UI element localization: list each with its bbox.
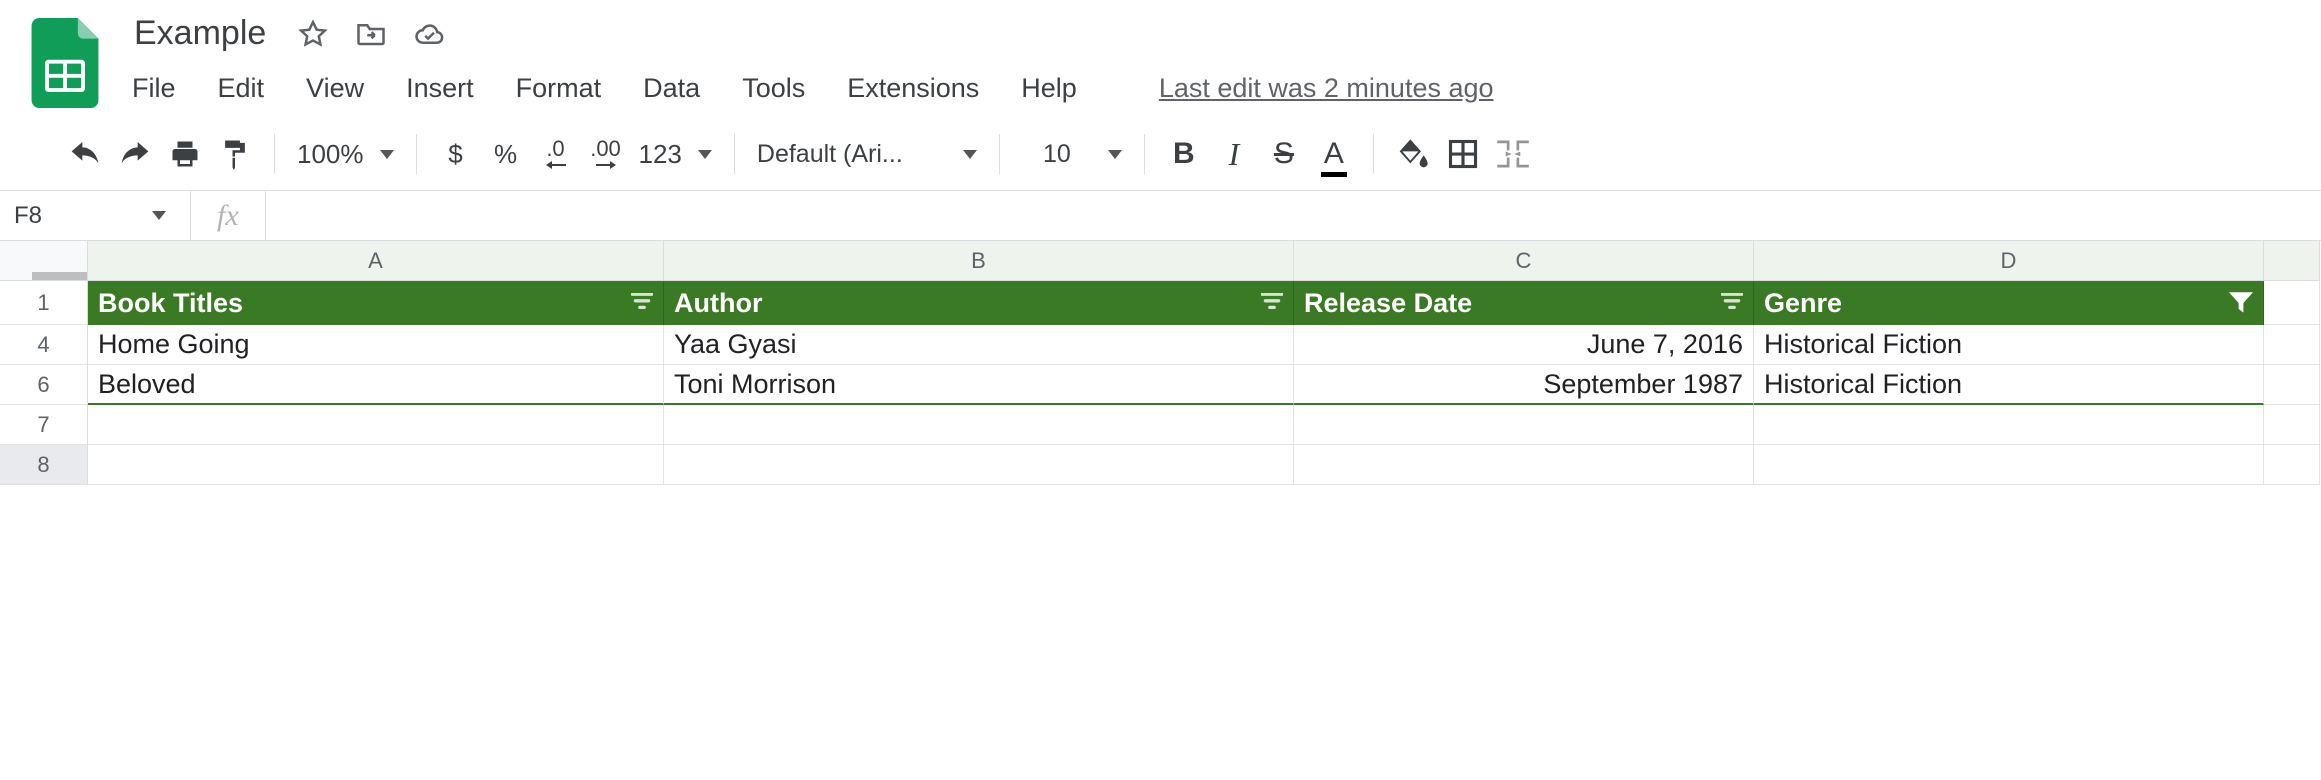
borders-button[interactable]	[1438, 132, 1488, 176]
caret-down-icon	[698, 150, 712, 159]
cell[interactable]	[88, 405, 664, 445]
toolbar: 100% $ % .0 .00 123 Default (Ari... 10 B	[0, 122, 2321, 190]
row-header[interactable]: 4	[0, 325, 88, 365]
merge-cells-button[interactable]	[1488, 132, 1538, 176]
cell[interactable]	[88, 445, 664, 485]
zoom-dropdown[interactable]: 100%	[289, 139, 402, 170]
caret-down-icon	[152, 211, 166, 220]
move-folder-icon[interactable]	[356, 19, 386, 49]
cell[interactable]	[2264, 325, 2320, 365]
caret-down-icon	[963, 150, 977, 159]
column-header[interactable]	[2264, 241, 2320, 281]
column-header[interactable]: B	[664, 241, 1294, 281]
cell[interactable]	[2264, 445, 2320, 485]
select-all-corner[interactable]	[0, 241, 88, 281]
italic-button[interactable]: I	[1209, 132, 1259, 176]
format-currency-button[interactable]: $	[431, 132, 481, 176]
redo-button[interactable]	[110, 132, 160, 176]
row-header[interactable]: 7	[0, 405, 88, 445]
cell[interactable]: Beloved	[88, 365, 664, 405]
fill-color-button[interactable]	[1388, 132, 1438, 176]
zoom-value: 100%	[297, 139, 364, 170]
cell[interactable]	[1754, 445, 2264, 485]
header-cell-release-date[interactable]: Release Date	[1294, 281, 1754, 325]
caret-down-icon	[380, 150, 394, 159]
column-header[interactable]: C	[1294, 241, 1754, 281]
caret-down-icon	[1108, 150, 1122, 159]
font-size-dropdown[interactable]: 10	[1014, 140, 1130, 169]
formula-input[interactable]	[266, 191, 2321, 240]
menu-data[interactable]: Data	[641, 69, 702, 108]
header-label: Genre	[1764, 288, 1842, 319]
header-label: Author	[674, 288, 762, 319]
column-header[interactable]: D	[1754, 241, 2264, 281]
filter-icon[interactable]	[1261, 293, 1283, 313]
menu-file[interactable]: File	[130, 69, 178, 108]
name-box-value: F8	[14, 202, 42, 230]
document-title[interactable]: Example	[130, 12, 270, 55]
number-format-dropdown[interactable]: 123	[631, 139, 720, 170]
cell[interactable]: September 1987	[1294, 365, 1754, 405]
menu-extensions[interactable]: Extensions	[845, 69, 981, 108]
cell[interactable]	[1294, 445, 1754, 485]
undo-button[interactable]	[60, 132, 110, 176]
menu-format[interactable]: Format	[514, 69, 604, 108]
star-icon[interactable]	[298, 19, 328, 49]
cell[interactable]: Yaa Gyasi	[664, 325, 1294, 365]
formula-bar: F8 fx	[0, 191, 2321, 241]
row-header[interactable]: 6	[0, 365, 88, 405]
cell[interactable]	[664, 405, 1294, 445]
cell[interactable]	[1294, 405, 1754, 445]
filter-icon[interactable]	[1721, 293, 1743, 313]
menu-edit[interactable]: Edit	[216, 69, 267, 108]
cell[interactable]	[1754, 405, 2264, 445]
cell[interactable]: Home Going	[88, 325, 664, 365]
cell[interactable]	[2264, 365, 2320, 405]
cell[interactable]	[664, 445, 1294, 485]
sheets-app-icon[interactable]	[30, 18, 100, 108]
paint-format-button[interactable]	[210, 132, 260, 176]
header-cell-book-titles[interactable]: Book Titles	[88, 281, 664, 325]
spreadsheet-grid: 1 4 6 7 8 A B C D Book Titles Author Rel…	[0, 241, 2321, 485]
increase-decimal-button[interactable]: .00	[581, 132, 631, 176]
strikethrough-button[interactable]: S	[1259, 132, 1309, 176]
table-row	[88, 405, 2320, 445]
menu-view[interactable]: View	[304, 69, 366, 108]
last-edit-link[interactable]: Last edit was 2 minutes ago	[1159, 73, 1494, 104]
cell[interactable]: Toni Morrison	[664, 365, 1294, 405]
header-label: Book Titles	[98, 288, 243, 319]
table-header-row: Book Titles Author Release Date Genre	[88, 281, 2320, 325]
filter-icon[interactable]	[631, 293, 653, 313]
menu-tools[interactable]: Tools	[740, 69, 807, 108]
menu-bar: File Edit View Insert Format Data Tools …	[130, 69, 1494, 108]
cell[interactable]: Historical Fiction	[1754, 325, 2264, 365]
header-cell-genre[interactable]: Genre	[1754, 281, 2264, 325]
title-bar: Example File Edit View Insert Format Dat…	[0, 0, 2321, 108]
filter-active-icon[interactable]	[2229, 292, 2253, 314]
row-header[interactable]: 8	[0, 445, 88, 485]
menu-help[interactable]: Help	[1019, 69, 1079, 108]
decrease-decimal-button[interactable]: .0	[531, 132, 581, 176]
cell[interactable]: June 7, 2016	[1294, 325, 1754, 365]
cell[interactable]: Historical Fiction	[1754, 365, 2264, 405]
column-header[interactable]: A	[88, 241, 664, 281]
cell[interactable]	[2264, 405, 2320, 445]
bold-button[interactable]: B	[1159, 132, 1209, 176]
cloud-status-icon[interactable]	[414, 19, 444, 49]
text-color-button[interactable]: A	[1309, 132, 1359, 176]
row-header[interactable]: 1	[0, 281, 88, 325]
header-cell-author[interactable]: Author	[664, 281, 1294, 325]
format-percent-button[interactable]: %	[481, 132, 531, 176]
table-row	[88, 445, 2320, 485]
menu-insert[interactable]: Insert	[404, 69, 476, 108]
table-row: Home Going Yaa Gyasi June 7, 2016 Histor…	[88, 325, 2320, 365]
fx-icon: fx	[191, 199, 265, 233]
header-label: Release Date	[1304, 288, 1472, 319]
name-box[interactable]: F8	[0, 202, 190, 230]
cell[interactable]	[2264, 281, 2320, 325]
font-family-dropdown[interactable]: Default (Ari...	[749, 140, 985, 169]
table-row: Beloved Toni Morrison September 1987 His…	[88, 365, 2320, 405]
print-button[interactable]	[160, 132, 210, 176]
